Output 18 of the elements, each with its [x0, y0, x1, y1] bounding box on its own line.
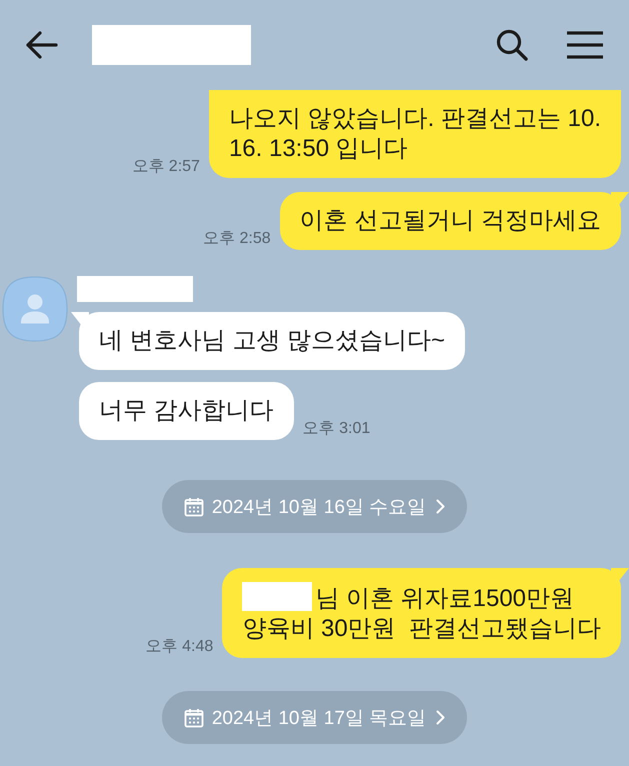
chevron-right-icon — [436, 499, 446, 514]
message-time: 오후 4:48 — [146, 637, 214, 657]
message-time: 오후 2:57 — [132, 157, 200, 177]
message-time: 오후 3:01 — [302, 419, 370, 439]
message-bubble: 너무 감사합니다 — [71, 382, 294, 440]
date-button[interactable]: 2024년 10월 16일 수요일 — [162, 480, 468, 533]
calendar-icon — [184, 496, 204, 516]
chevron-right-icon — [436, 710, 446, 725]
menu-icon[interactable] — [566, 31, 604, 59]
back-arrow-icon[interactable] — [25, 30, 58, 60]
calendar-icon — [184, 708, 204, 728]
message-bubble: 네 변호사님 고생 많으셨습니다~ — [71, 312, 466, 370]
search-icon[interactable] — [496, 29, 528, 61]
message-bubble: 나오지 않았습니다. 판결선고는 10. 16. 13:50 입니다 — [208, 90, 629, 178]
message-bubble: 님 이혼 위자료1500만원 양육비 30만원 판결선고됐습니다 — [222, 568, 629, 658]
date-button[interactable]: 2024년 10월 17일 목요일 — [162, 691, 468, 744]
message-bubble: 이혼 선고될거니 걱정마세요 — [280, 192, 629, 250]
message-time: 오후 2:58 — [203, 229, 271, 249]
